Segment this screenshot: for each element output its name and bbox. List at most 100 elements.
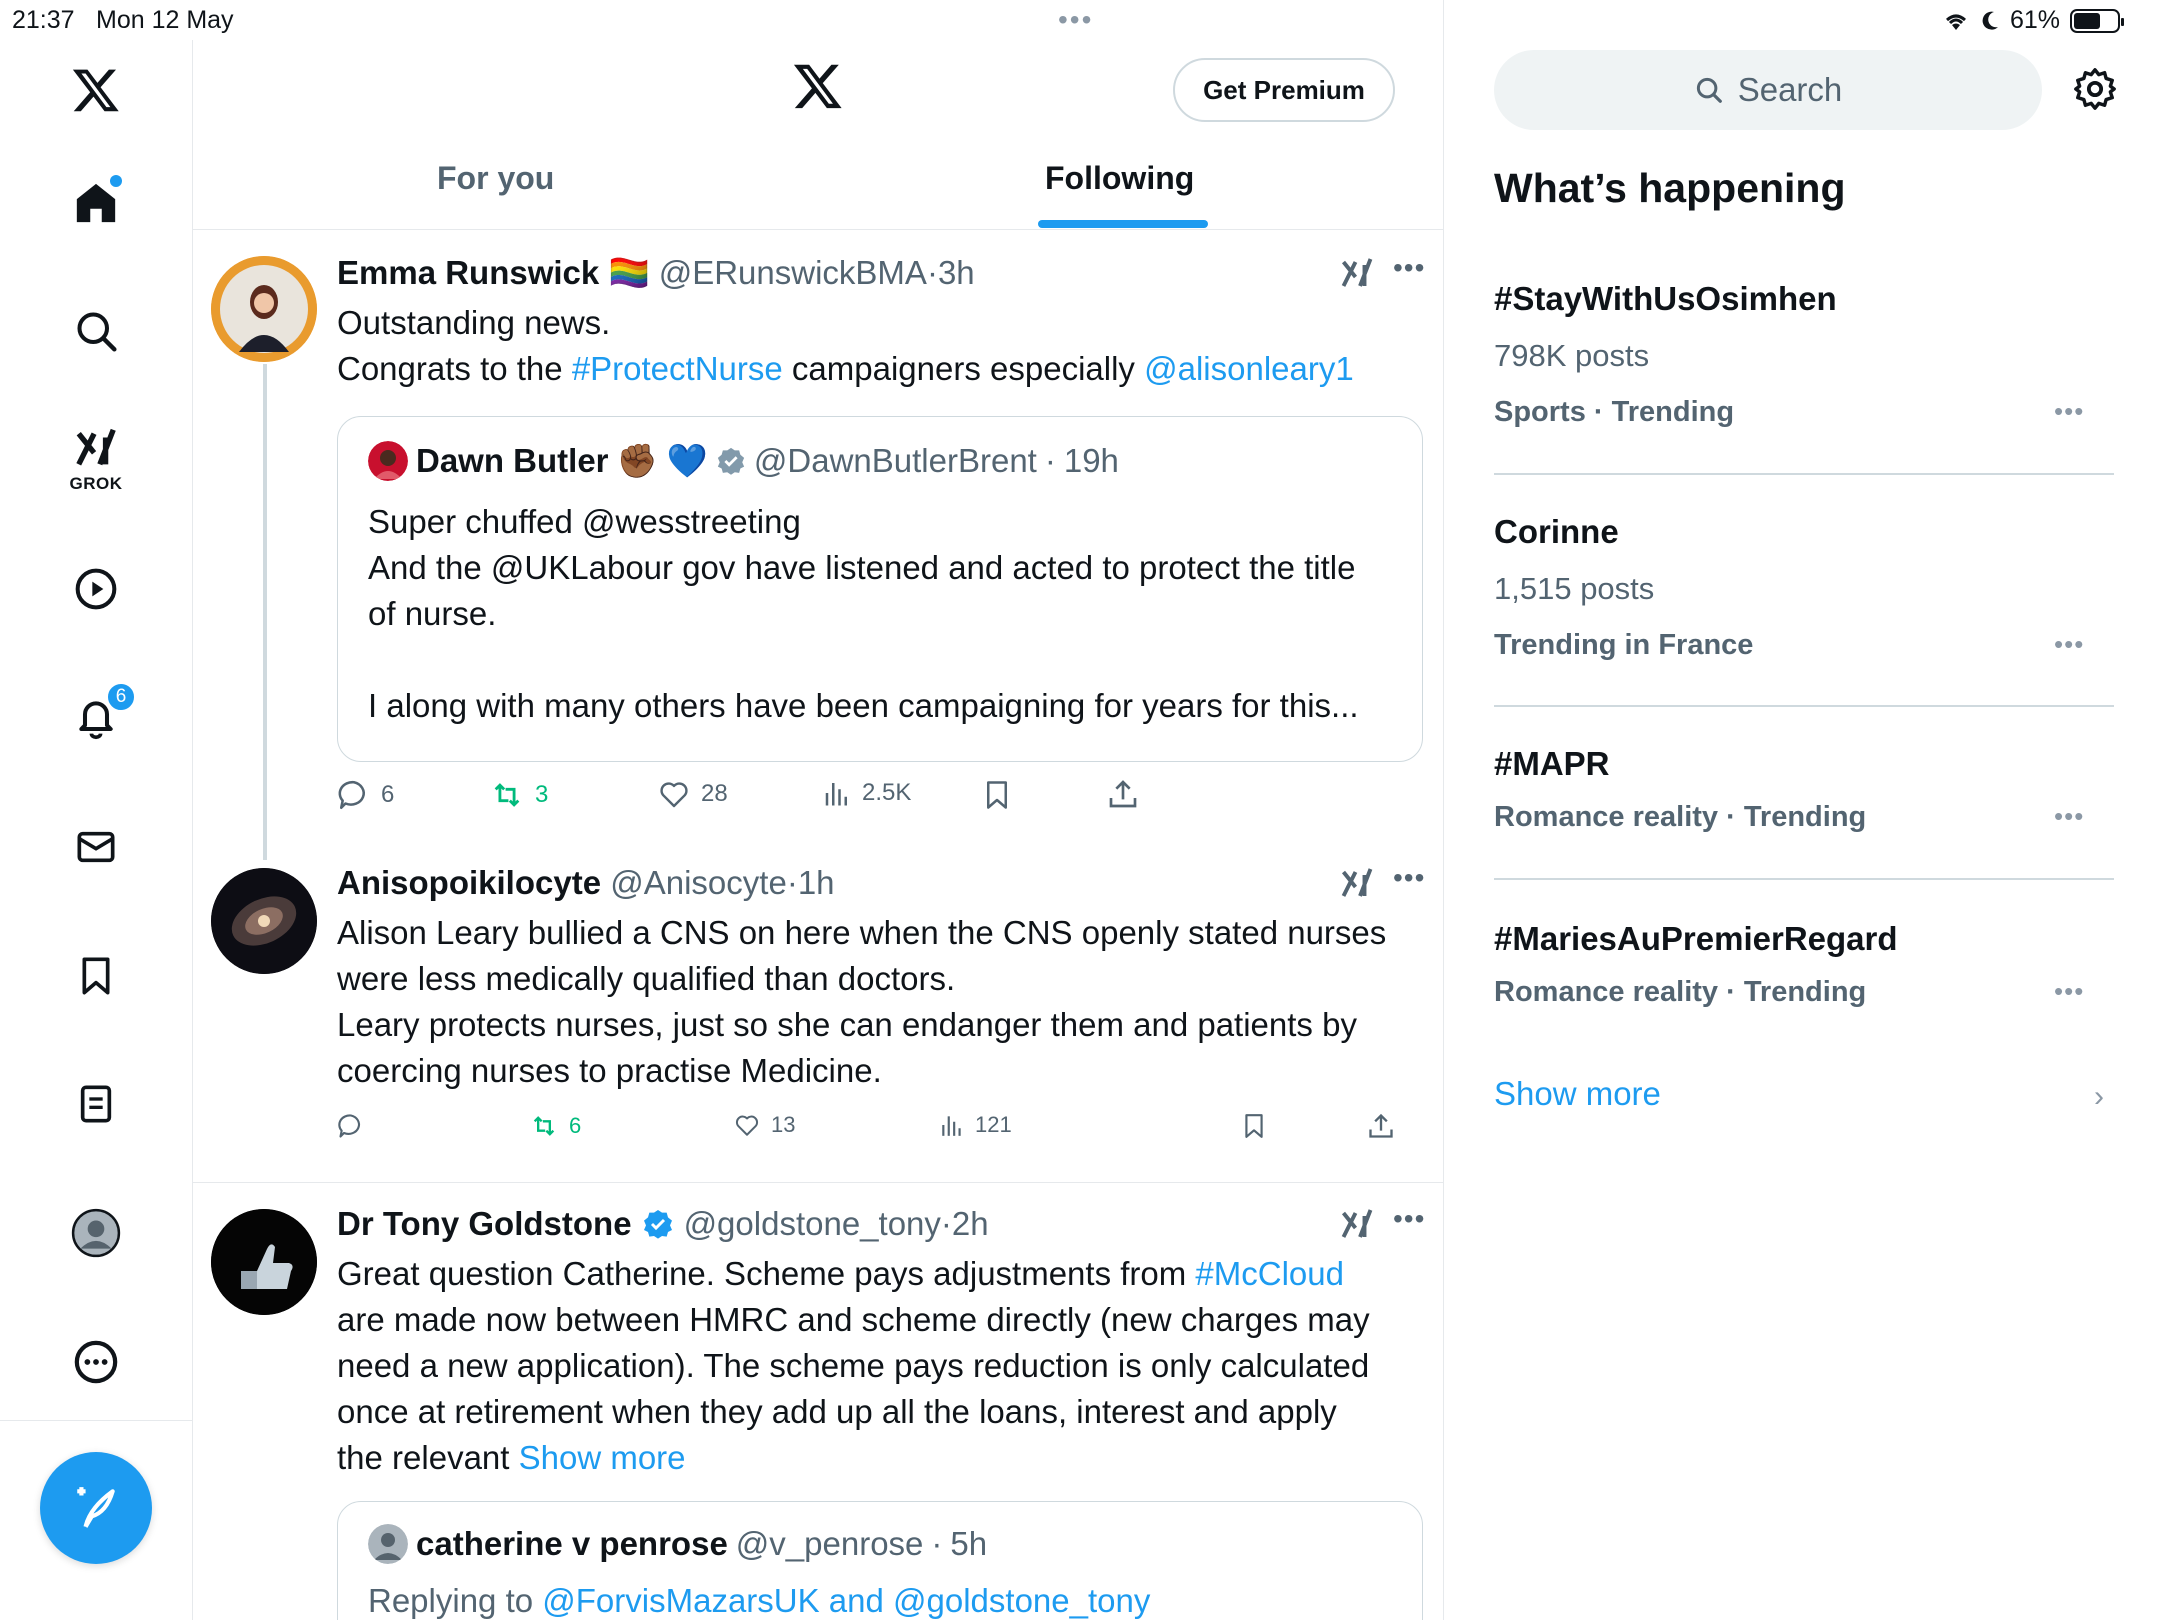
trend-more-icon[interactable]: •••	[2054, 976, 2084, 1007]
x-logo-icon	[793, 64, 842, 109]
quote-time[interactable]: 5h	[950, 1525, 987, 1563]
views-button[interactable]: 121	[939, 1112, 1012, 1138]
quote-time[interactable]: 19h	[1064, 442, 1119, 480]
status-time: 21:37	[12, 6, 75, 34]
views-button[interactable]: 2.5K	[822, 778, 911, 808]
reply-icon	[338, 1114, 361, 1138]
mention-link[interactable]: @alisonleary1	[1144, 350, 1354, 387]
share-icon	[1109, 780, 1137, 808]
share-button[interactable]	[1107, 778, 1139, 810]
nav-bookmarks[interactable]	[56, 936, 136, 1016]
right-sidebar: Search What’s happening #StayWithUsOsimh…	[1444, 0, 2160, 1620]
post-time[interactable]: 2h	[952, 1205, 989, 1242]
compose-post-button[interactable]	[40, 1452, 152, 1564]
quote-author-emoji: ✊🏾 💙	[616, 441, 708, 479]
grok-icon	[76, 428, 116, 466]
post-time[interactable]: 3h	[938, 254, 975, 291]
nav-profile[interactable]	[56, 1193, 136, 1273]
show-more-link[interactable]: Show more	[519, 1439, 686, 1476]
nav-lists[interactable]	[56, 1064, 136, 1144]
post-dr-tony-goldstone[interactable]: Dr Tony Goldstone @goldstone_tony · 2h •••…	[193, 1183, 1443, 1620]
avatar[interactable]	[211, 256, 317, 362]
trend-category: Sports · Trending	[1494, 396, 1735, 428]
bookmark-button[interactable]	[1241, 1112, 1267, 1140]
like-button[interactable]: 28	[657, 778, 728, 810]
avatar[interactable]	[211, 868, 317, 974]
x-logo-nav[interactable]	[56, 50, 136, 130]
quote-text-line: And the @UKLabour gov have listened and …	[368, 549, 1356, 586]
repost-button[interactable]: 3	[489, 778, 548, 812]
author-handle[interactable]: @ERunswickBMA	[659, 254, 927, 291]
gear-icon[interactable]	[2072, 66, 2118, 112]
repost-button[interactable]: 6	[529, 1112, 581, 1140]
trend-item[interactable]: #MAPR Romance reality · Trending •••	[1494, 745, 2114, 845]
author-name[interactable]: Anisopoikilocyte	[337, 864, 601, 901]
share-icon	[1369, 1113, 1393, 1138]
x-logo-header[interactable]	[791, 60, 845, 117]
quote-author-name[interactable]: catherine v penrose	[416, 1525, 728, 1563]
profile-avatar-icon	[71, 1208, 121, 1258]
quote-header: Dawn Butler ✊🏾 💙 @DawnButlerBrent · 19h	[368, 441, 1119, 481]
reply-button[interactable]	[337, 1112, 375, 1140]
tab-for-you[interactable]: For you	[437, 160, 554, 230]
quote-author-name[interactable]: Dawn Butler	[416, 442, 609, 480]
home-unread-dot	[110, 175, 122, 187]
post-anisopoikilocyte[interactable]: Anisopoikilocyte @Anisocyte·1h ••• Aliso…	[193, 860, 1443, 1180]
mention-link[interactable]: @ForvisMazarsUK and @goldstone_tony	[542, 1582, 1150, 1619]
show-more-trends-link[interactable]: Show more	[1494, 1075, 1661, 1113]
more-options-icon[interactable]: •••	[1393, 1203, 1425, 1235]
post-header: Emma Runswick 🏳️‍🌈 @ERunswickBMA·3h	[337, 254, 975, 293]
trend-more-icon[interactable]: •••	[2054, 396, 2084, 427]
more-options-icon[interactable]: •••	[1393, 252, 1425, 284]
trend-divider	[1494, 878, 2114, 880]
nav-more[interactable]	[56, 1322, 136, 1402]
nav-grok[interactable]: GROK	[56, 420, 136, 500]
quote-author-handle[interactable]: @DawnButlerBrent	[754, 442, 1037, 480]
nav-explore[interactable]	[56, 291, 136, 371]
reply-count: 6	[381, 781, 395, 808]
author-name[interactable]: Dr Tony Goldstone	[337, 1205, 632, 1243]
author-handle[interactable]: @Anisocyte	[610, 864, 787, 901]
views-count: 2.5K	[862, 779, 912, 806]
post-emma-runswick[interactable]: Emma Runswick 🏳️‍🌈 @ERunswickBMA·3h ••• …	[193, 230, 1443, 860]
trend-item[interactable]: Corinne 1,515 posts Trending in France •…	[1494, 513, 2114, 673]
share-button[interactable]	[1367, 1112, 1395, 1140]
quoted-post[interactable]: catherine v penrose @v_penrose · 5h Replyi…	[337, 1501, 1423, 1620]
like-count: 13	[771, 1112, 796, 1137]
author-handle[interactable]: @goldstone_tony	[684, 1205, 941, 1242]
left-nav: GROK 6	[0, 40, 193, 1620]
nav-video[interactable]	[56, 549, 136, 629]
grok-explain-icon[interactable]	[1339, 1207, 1375, 1243]
like-button[interactable]: 13	[733, 1112, 795, 1138]
rainbow-flag-emoji: 🏳️‍🌈	[608, 254, 650, 291]
post-header: Anisopoikilocyte @Anisocyte·1h	[337, 864, 835, 902]
grok-explain-icon[interactable]	[1339, 256, 1375, 292]
more-options-icon[interactable]: •••	[1393, 862, 1425, 894]
get-premium-button[interactable]: Get Premium	[1173, 58, 1395, 122]
nav-home[interactable]	[56, 163, 136, 243]
nav-notifications[interactable]: 6	[56, 678, 136, 758]
post-text-line: the relevant Show more	[337, 1435, 686, 1481]
trend-more-icon[interactable]: •••	[2054, 801, 2084, 832]
search-input[interactable]: Search	[1494, 50, 2042, 130]
trend-item[interactable]: #MariesAuPremierRegard Romance reality ·…	[1494, 920, 2114, 1020]
repost-count: 3	[535, 781, 549, 808]
avatar[interactable]	[211, 1209, 317, 1315]
timeline-column: Get Premium For you Following Emma Runsw…	[193, 0, 1444, 1620]
grok-explain-icon[interactable]	[1339, 866, 1375, 902]
time-separator: ·	[931, 1525, 943, 1562]
trend-item[interactable]: #StayWithUsOsimhen 798K posts Sports · T…	[1494, 280, 2114, 440]
quote-author-handle[interactable]: @v_penrose	[736, 1525, 924, 1563]
hashtag-link[interactable]: #ProtectNurse	[572, 350, 783, 387]
hashtag-link[interactable]: #McCloud	[1195, 1255, 1344, 1292]
post-time[interactable]: 1h	[798, 864, 835, 901]
author-name[interactable]: Emma Runswick	[337, 254, 599, 291]
nav-messages[interactable]	[56, 807, 136, 887]
trend-divider	[1494, 473, 2114, 475]
quoted-post[interactable]: Dawn Butler ✊🏾 💙 @DawnButlerBrent · 19h Su…	[337, 416, 1423, 762]
trend-more-icon[interactable]: •••	[2054, 629, 2084, 660]
reply-button[interactable]: 6	[337, 778, 394, 812]
bookmark-button[interactable]	[982, 778, 1012, 812]
views-chart-icon	[942, 1116, 961, 1136]
list-document-icon	[80, 1085, 112, 1123]
